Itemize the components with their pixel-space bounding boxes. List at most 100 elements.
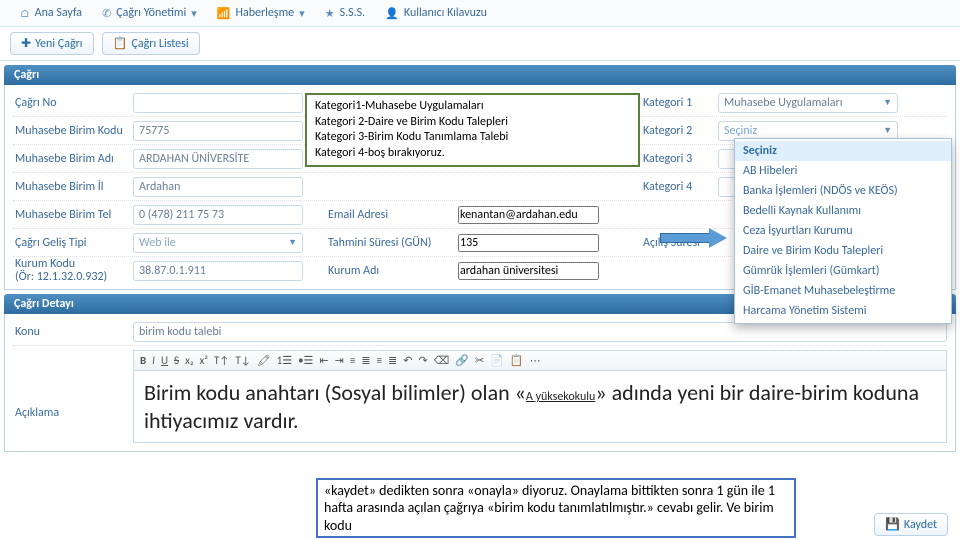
star-icon: ★ bbox=[325, 7, 335, 20]
input-kurum-kodu[interactable] bbox=[133, 261, 303, 281]
dropdown-kategori2[interactable]: SeçinizAB HibeleriBanka İşlemleri (NDÖS … bbox=[734, 138, 952, 324]
chevron-down-icon: ▾ bbox=[191, 7, 197, 20]
save-icon: 💾 bbox=[885, 517, 900, 532]
label-email: Email Adresi bbox=[328, 208, 458, 222]
label-muh-kod: Muhasebe Birim Kodu bbox=[13, 124, 133, 138]
input-muh-kod[interactable] bbox=[133, 121, 303, 141]
input-cagri-no[interactable] bbox=[133, 93, 303, 113]
highlight-button[interactable]: 🖍 bbox=[257, 354, 271, 367]
label-kategori3: Kategori 3 bbox=[628, 152, 718, 166]
nav-sss[interactable]: ★ S.S.S. bbox=[315, 2, 376, 24]
label-muh-il: Muhasebe Birim İl bbox=[13, 180, 133, 194]
user-icon: 👤 bbox=[385, 7, 399, 20]
select-gelis-tipi[interactable]: Web ile ▼ bbox=[133, 233, 303, 253]
dropdown-option[interactable]: Ceza İşyurtları Kurumu bbox=[735, 221, 951, 241]
input-muh-il[interactable] bbox=[133, 177, 303, 197]
nav-haberlesme[interactable]: 📶Haberleşme▾ bbox=[207, 2, 315, 24]
nav-cagri-yonetimi[interactable]: ✆Çağrı Yönetimi▾ bbox=[92, 2, 207, 24]
label-sure: Tahmini Süresi (GÜN) bbox=[328, 236, 458, 250]
align-left-button[interactable]: ≡ bbox=[350, 354, 355, 367]
outdent-button[interactable]: ⇤ bbox=[319, 354, 328, 367]
strike-button[interactable]: S bbox=[174, 354, 179, 367]
input-konu[interactable] bbox=[133, 322, 947, 342]
chevron-down-icon: ▼ bbox=[288, 237, 297, 248]
kaydet-button[interactable]: 💾 Kaydet bbox=[874, 513, 948, 536]
underline-button[interactable]: U bbox=[161, 354, 168, 367]
italic-button[interactable]: I bbox=[152, 354, 155, 367]
label-muh-tel: Muhasebe Birim Tel bbox=[13, 208, 133, 222]
arrow-annotation bbox=[660, 228, 730, 248]
callout-kaydet-help: «kaydet» dedikten sonra «onayla» diyoruz… bbox=[316, 478, 796, 539]
undo-button[interactable]: ↶ bbox=[403, 354, 412, 367]
label-kategori2: Kategori 2 bbox=[628, 124, 718, 138]
unordered-list-button[interactable]: •☰ bbox=[298, 354, 313, 367]
callout-kategori-help: Kategori1-Muhasebe Uygulamaları Kategori… bbox=[305, 93, 640, 167]
nav-kilavuz-label: Kullanıcı Kılavuzu bbox=[404, 6, 487, 20]
dropdown-option[interactable]: Gümrük İşlemleri (Gümkart) bbox=[735, 261, 951, 281]
dropdown-option[interactable]: GİB-Emanet Muhasebeleştirme bbox=[735, 281, 951, 301]
input-email[interactable] bbox=[458, 206, 599, 224]
nav-sss-label: S.S.S. bbox=[340, 6, 366, 20]
chevron-down-icon: ▼ bbox=[883, 125, 892, 136]
more-button[interactable]: ⋯ bbox=[530, 354, 541, 367]
editor-toolbar: B I U S x₂ x² T↑ T↓ 🖍 1☰ •☰ ⇤ ⇥ ≡ ≣ ≡ ≣ … bbox=[133, 350, 947, 371]
subscript-button[interactable]: x₂ bbox=[185, 354, 193, 367]
input-kurum-adi[interactable] bbox=[458, 262, 599, 280]
label-aciklama: Açıklama bbox=[13, 346, 133, 443]
top-nav: ⌂ Ana Sayfa ✆Çağrı Yönetimi▾ 📶Haberleşme▾… bbox=[0, 0, 960, 27]
select-kategori1[interactable]: Muhasebe Uygulamaları ▼ bbox=[718, 93, 898, 113]
callout1-line4: Kategori 4-boş bırakıyoruz. bbox=[315, 146, 630, 162]
ordered-list-button[interactable]: 1☰ bbox=[277, 354, 292, 367]
dropdown-option[interactable]: Banka İşlemleri (NDÖS ve KEÖS) bbox=[735, 181, 951, 201]
align-right-button[interactable]: ≡ bbox=[377, 354, 382, 367]
editor-content[interactable]: Birim kodu anahtarı (Sosyal bilimler) ol… bbox=[133, 371, 947, 443]
kaydet-label: Kaydet bbox=[904, 518, 937, 532]
superscript-button[interactable]: x² bbox=[200, 354, 208, 367]
justify-button[interactable]: ≣ bbox=[388, 354, 397, 367]
align-center-button[interactable]: ≣ bbox=[361, 354, 370, 367]
redo-button[interactable]: ↷ bbox=[418, 354, 427, 367]
remove-format-button[interactable]: ⌫ bbox=[434, 354, 450, 367]
nav-home[interactable]: ⌂ Ana Sayfa bbox=[10, 2, 92, 24]
label-gelis-tipi: Çağrı Geliş Tipi bbox=[13, 236, 133, 250]
decrease-font-button[interactable]: T↓ bbox=[235, 354, 250, 367]
increase-font-button[interactable]: T↑ bbox=[214, 354, 229, 367]
yeni-cagri-button[interactable]: ✚ Yeni Çağrı bbox=[10, 32, 94, 55]
indent-button[interactable]: ⇥ bbox=[335, 354, 344, 367]
cagri-listesi-label: Çağrı Listesi bbox=[131, 37, 188, 51]
plus-icon: ✚ bbox=[21, 36, 31, 51]
bold-button[interactable]: B bbox=[140, 354, 146, 367]
clipboard-icon: 📋 bbox=[113, 36, 128, 51]
yeni-cagri-label: Yeni Çağrı bbox=[35, 37, 82, 51]
dropdown-option[interactable]: Seçiniz bbox=[735, 141, 951, 161]
copy-button[interactable]: 📄 bbox=[490, 354, 504, 367]
cut-button[interactable]: ✂ bbox=[475, 354, 484, 367]
callout1-line3: Kategori 3-Birim Kodu Tanımlama Talebi bbox=[315, 130, 630, 146]
cagri-listesi-button[interactable]: 📋Çağrı Listesi bbox=[102, 32, 200, 55]
paste-button[interactable]: 📋 bbox=[510, 354, 524, 367]
select-gelis-value: Web ile bbox=[139, 236, 176, 250]
dropdown-option[interactable]: Daire ve Birim Kodu Talepleri bbox=[735, 241, 951, 261]
chevron-down-icon: ▼ bbox=[883, 97, 892, 108]
label-kurum-adi: Kurum Adı bbox=[328, 264, 458, 278]
dropdown-option[interactable]: AB Hibeleri bbox=[735, 161, 951, 181]
label-kategori1: Kategori 1 bbox=[628, 96, 718, 110]
phone-icon: ✆ bbox=[102, 7, 111, 20]
sub-toolbar: ✚ Yeni Çağrı 📋Çağrı Listesi bbox=[0, 27, 960, 61]
label-cagri-no: Çağrı No bbox=[13, 96, 133, 110]
link-button[interactable]: 🔗 bbox=[455, 354, 469, 367]
input-muh-ad[interactable] bbox=[133, 149, 303, 169]
callout1-line2: Kategori 2-Daire ve Birim Kodu Talepleri bbox=[315, 115, 630, 131]
dropdown-option[interactable]: Harcama Yönetim Sistemi bbox=[735, 301, 951, 321]
home-icon: ⌂ bbox=[20, 7, 30, 20]
label-kurum-kodu: Kurum Kodu (Ör: 12.1.32.0.932) bbox=[13, 258, 133, 284]
select-kat1-value: Muhasebe Uygulamaları bbox=[724, 96, 842, 110]
input-sure[interactable] bbox=[458, 234, 599, 252]
nav-home-label: Ana Sayfa bbox=[35, 6, 82, 20]
panel-cagri-header: Çağrı bbox=[4, 65, 956, 85]
nav-kilavuz[interactable]: 👤 Kullanıcı Kılavuzu bbox=[375, 2, 497, 24]
dropdown-option[interactable]: Bedelli Kaynak Kullanımı bbox=[735, 201, 951, 221]
label-muh-ad: Muhasebe Birim Adı bbox=[13, 152, 133, 166]
input-muh-tel[interactable] bbox=[133, 205, 303, 225]
label-konu: Konu bbox=[13, 325, 133, 339]
